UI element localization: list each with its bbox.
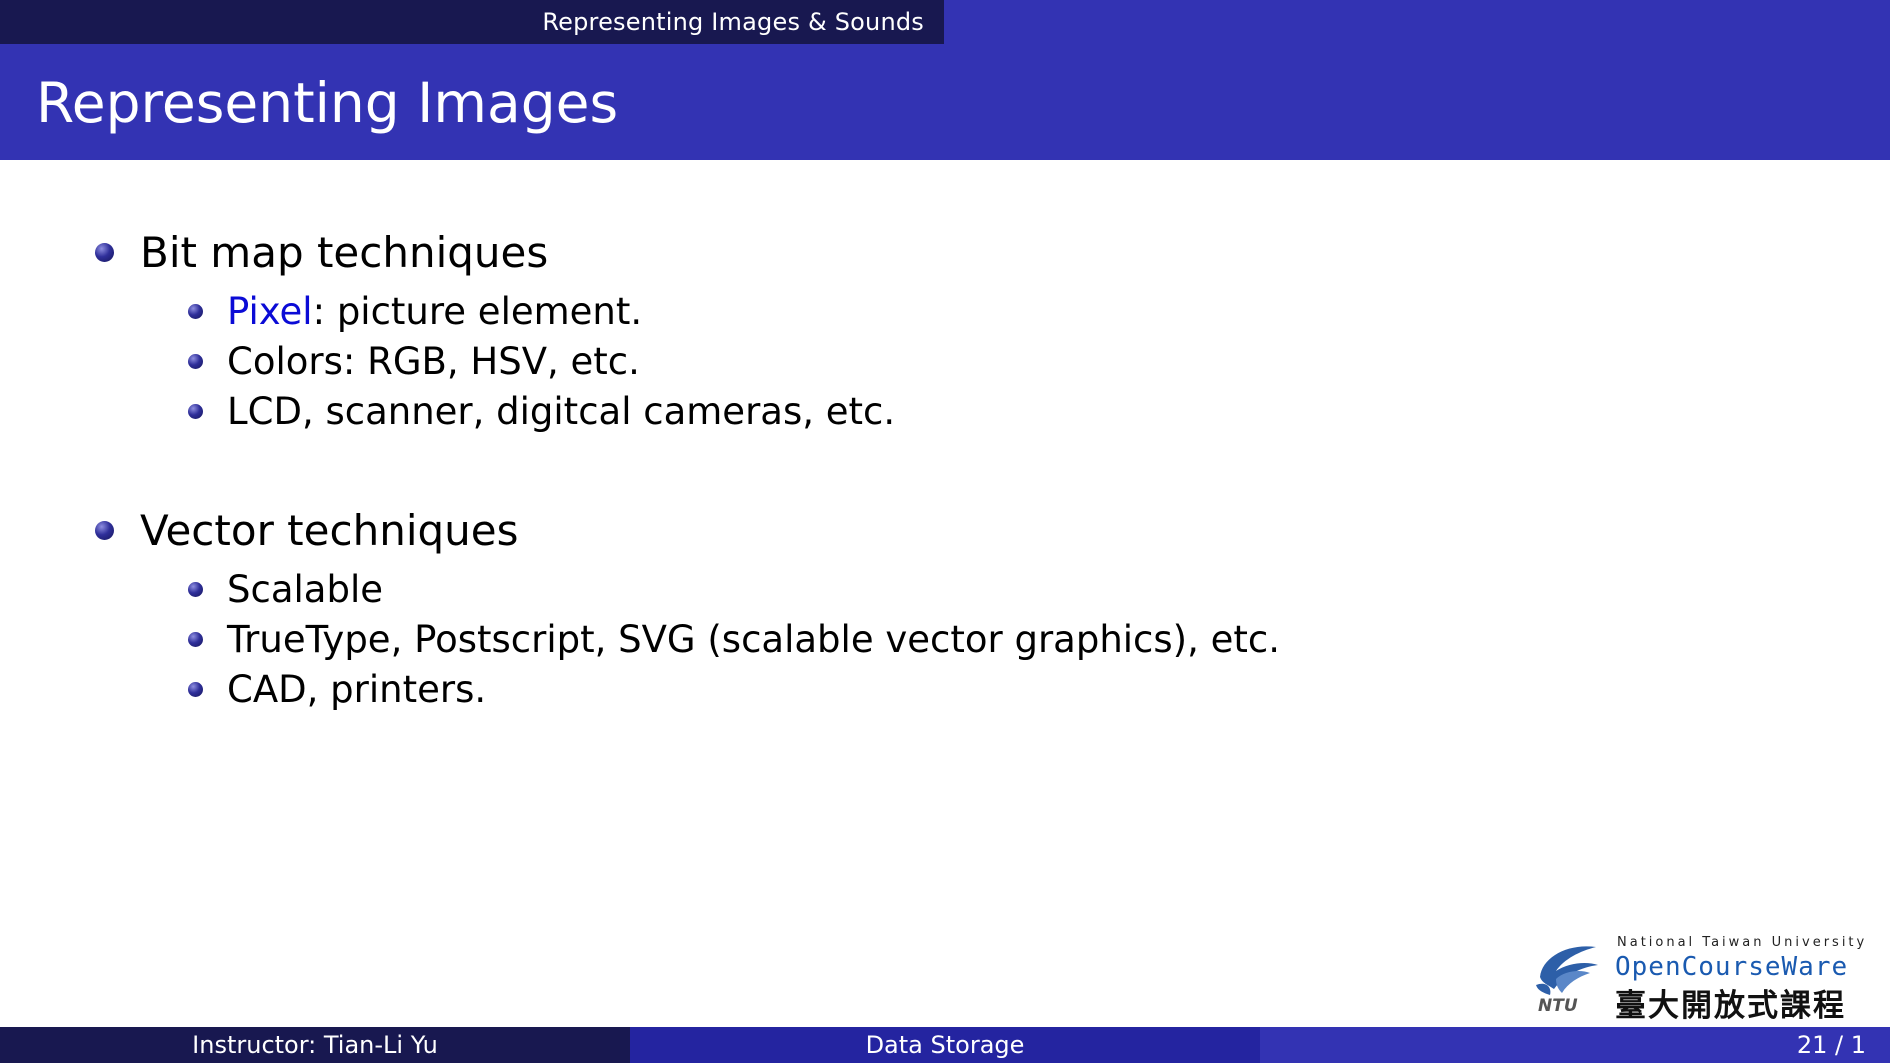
- slide-content: Bit map techniques Pixel: picture elemen…: [0, 160, 1890, 1026]
- sub-bullet-item: TrueType, Postscript, SVG (scalable vect…: [188, 618, 1280, 661]
- footer-instructor: Instructor: Tian-Li Yu: [192, 1031, 438, 1059]
- sub-bullet-text: Pixel: picture element.: [227, 290, 642, 333]
- frame-title-bar: Representing Images: [0, 44, 1890, 160]
- header-filler: [944, 0, 1890, 44]
- highlighted-term: Pixel: [227, 290, 313, 333]
- logo-university-name: National Taiwan University: [1617, 935, 1868, 950]
- sub-bullet-ball-icon: [188, 354, 203, 369]
- ntu-emblem-text: NTU: [1538, 996, 1578, 1015]
- bullet-ball-icon: [95, 521, 114, 540]
- section-navigation[interactable]: Representing Images & Sounds: [0, 0, 944, 44]
- sub-bullet-item: Pixel: picture element.: [188, 290, 642, 333]
- sub-bullet-ball-icon: [188, 304, 203, 319]
- sub-bullet-ball-icon: [188, 682, 203, 697]
- sub-bullet-item: CAD, printers.: [188, 668, 486, 711]
- ntu-emblem-icon: NTU: [1536, 946, 1598, 1015]
- logo-brand: OpenCourseWare: [1615, 952, 1849, 982]
- footer: Instructor: Tian-Li Yu Data Storage 21 /…: [0, 1027, 1890, 1063]
- frame-title: Representing Images: [36, 71, 619, 135]
- section-title[interactable]: Representing Images & Sounds: [542, 8, 924, 36]
- sub-bullet-item: Colors: RGB, HSV, etc.: [188, 340, 640, 383]
- sub-bullet-text-rest: : picture element.: [312, 290, 643, 333]
- sub-bullet-ball-icon: [188, 404, 203, 419]
- footer-instructor-cell: Instructor: Tian-Li Yu: [0, 1027, 630, 1063]
- footer-course-cell: Data Storage: [630, 1027, 1260, 1063]
- sub-bullet-ball-icon: [188, 582, 203, 597]
- sub-bullet-text: Colors: RGB, HSV, etc.: [227, 340, 640, 383]
- footer-page-cell: 21 / 1: [1260, 1027, 1890, 1063]
- sub-bullet-text: CAD, printers.: [227, 668, 487, 711]
- bullet-item: Vector techniques: [95, 506, 519, 555]
- sub-bullet-text: TrueType, Postscript, SVG (scalable vect…: [227, 618, 1281, 661]
- footer-course: Data Storage: [865, 1031, 1025, 1059]
- sub-bullet-text: Scalable: [227, 568, 383, 611]
- footer-page-number: 21 / 1: [1796, 1031, 1866, 1059]
- sub-bullet-ball-icon: [188, 632, 203, 647]
- bullet-text: Vector techniques: [140, 506, 519, 555]
- sub-bullet-text: LCD, scanner, digitcal cameras, etc.: [227, 390, 896, 433]
- sub-bullet-item: Scalable: [188, 568, 383, 611]
- bullet-ball-icon: [95, 243, 114, 262]
- logo-chinese-name: 臺大開放式課程: [1615, 988, 1846, 1024]
- header-strip: Representing Images & Sounds: [0, 0, 1890, 44]
- bullet-text: Bit map techniques: [140, 228, 549, 277]
- bullet-item: Bit map techniques: [95, 228, 548, 277]
- ntu-ocw-logo: NTU National Taiwan University OpenCours…: [1530, 935, 1870, 1024]
- sub-bullet-item: LCD, scanner, digitcal cameras, etc.: [188, 390, 895, 433]
